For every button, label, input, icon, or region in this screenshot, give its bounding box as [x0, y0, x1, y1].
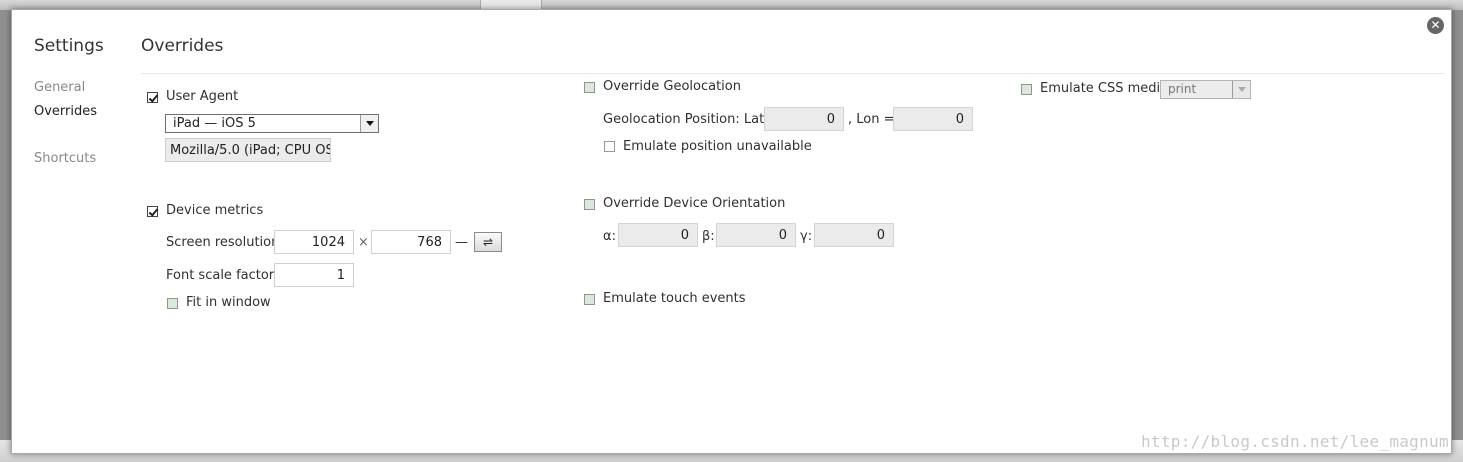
emulate-css-media-label: Emulate CSS media — [1040, 81, 1169, 96]
chevron-down-icon — [360, 115, 378, 132]
emulate-css-media-checkbox[interactable] — [1021, 84, 1032, 95]
alpha-label: α: — [603, 229, 616, 244]
emulate-touch-label: Emulate touch events — [603, 291, 746, 306]
beta-label: β: — [702, 229, 715, 244]
fit-in-window-label: Fit in window — [186, 295, 271, 310]
settings-dialog: ✕ Settings Overrides General Overrides S… — [11, 9, 1452, 454]
page-title: Overrides — [141, 36, 224, 56]
alpha-input[interactable]: 0 — [618, 223, 698, 247]
device-metrics-checkbox[interactable] — [147, 206, 158, 217]
geolocation-position-label: Geolocation Position: Lat = — [603, 112, 780, 127]
close-icon[interactable]: ✕ — [1427, 17, 1444, 34]
css-media-select[interactable]: print — [1160, 80, 1251, 99]
nav-item-overrides[interactable]: Overrides — [34, 104, 97, 119]
fit-in-window-checkbox[interactable] — [167, 298, 178, 309]
device-metrics-label: Device metrics — [166, 203, 264, 218]
screen-resolution-label: Screen resolution: — [166, 235, 284, 250]
settings-title: Settings — [34, 36, 104, 56]
override-orientation-label: Override Device Orientation — [603, 196, 786, 211]
longitude-label: , Lon = — [848, 112, 895, 127]
override-geolocation-label: Override Geolocation — [603, 79, 741, 94]
override-orientation-checkbox[interactable] — [584, 199, 595, 210]
latitude-input[interactable]: 0 — [764, 107, 844, 131]
user-agent-select[interactable]: iPad — iOS 5 — [165, 114, 379, 133]
longitude-input[interactable]: 0 — [893, 107, 973, 131]
screen-height-input[interactable]: 768 — [371, 230, 451, 254]
nav-item-general[interactable]: General — [34, 80, 85, 95]
emulate-touch-checkbox[interactable] — [584, 294, 595, 305]
user-agent-checkbox[interactable] — [147, 92, 158, 103]
watermark: http://blog.csdn.net/lee_magnum — [1141, 432, 1449, 451]
chevron-down-icon — [1232, 81, 1250, 98]
user-agent-select-value: iPad — iOS 5 — [173, 116, 256, 131]
emulate-position-unavailable-label: Emulate position unavailable — [623, 139, 812, 154]
beta-input[interactable]: 0 — [716, 223, 796, 247]
dash-separator: — — [455, 235, 468, 250]
emulate-position-unavailable-checkbox[interactable] — [604, 141, 615, 152]
user-agent-label: User Agent — [166, 89, 239, 104]
gamma-input[interactable]: 0 — [814, 223, 894, 247]
nav-item-shortcuts[interactable]: Shortcuts — [34, 151, 96, 166]
screen-width-input[interactable]: 1024 — [274, 230, 354, 254]
font-scale-label: Font scale factor: — [166, 268, 279, 283]
css-media-select-value: print — [1168, 82, 1197, 96]
gamma-label: γ: — [800, 229, 813, 244]
times-sign: × — [358, 235, 369, 250]
user-agent-string-field[interactable]: Mozilla/5.0 (iPad; CPU OS 5 — [165, 138, 331, 162]
font-scale-input[interactable]: 1 — [274, 263, 354, 287]
swap-dimensions-button[interactable]: ⇌ — [474, 232, 502, 252]
override-geolocation-checkbox[interactable] — [584, 82, 595, 93]
divider — [141, 73, 1445, 74]
